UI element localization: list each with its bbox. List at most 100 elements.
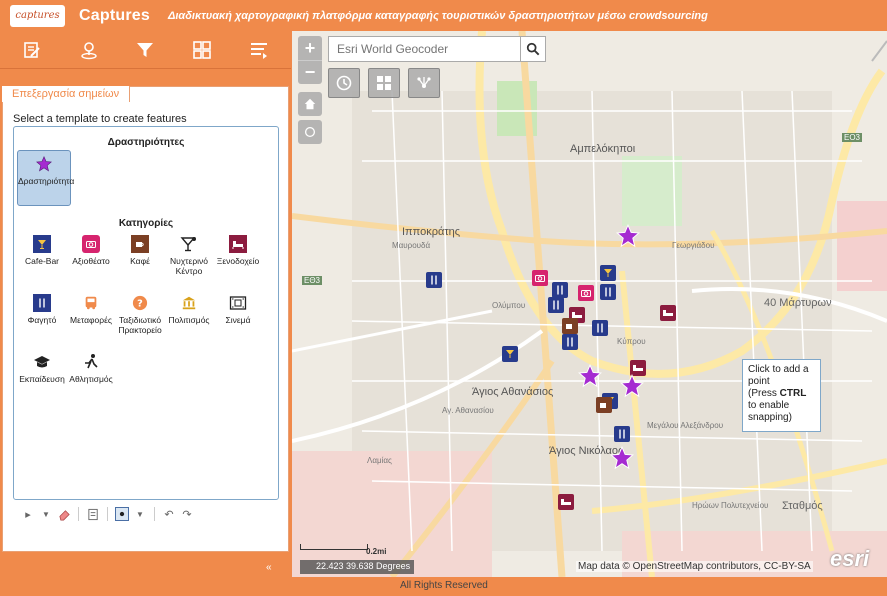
share-button[interactable] [408, 68, 440, 98]
poi-food[interactable] [614, 426, 630, 442]
basemap-gallery-button[interactable] [368, 68, 400, 98]
edit-icon[interactable] [17, 35, 47, 65]
select-template-text: Select a template to create features [13, 113, 187, 125]
map-view[interactable]: Αμπελόκηποι Ιπποκράτης Άγιος Αθανάσιος Ά… [292, 31, 887, 577]
activity-star-icon[interactable] [620, 374, 644, 398]
app-subtitle: Διαδικτυακή χαρτογραφική πλατφόρμα καταγ… [167, 9, 708, 22]
group-title-activities: Δραστηριότητες [107, 137, 185, 148]
poi-hotel[interactable] [558, 494, 574, 510]
footer-rights: All Rights Reserved [400, 580, 488, 591]
template-travel-agency[interactable]: ? Ταξιδιωτικό Πρακτορείο [113, 294, 167, 335]
divider [154, 507, 155, 521]
template-label: Φαγητό [27, 315, 57, 325]
location-icon[interactable] [74, 35, 104, 65]
home-icon [304, 98, 316, 110]
template-nightclub[interactable]: Νυχτερινό Κέντρο [162, 235, 216, 276]
poi-food[interactable] [562, 334, 578, 350]
poi-hotel[interactable] [660, 305, 676, 321]
street-label: Λαμίας [367, 456, 392, 465]
template-transport[interactable]: Μεταφορές [64, 294, 118, 325]
runner-icon [82, 353, 100, 371]
history-button[interactable] [328, 68, 360, 98]
zoom-out-button[interactable]: − [298, 60, 322, 84]
template-sports[interactable]: Αθλητισμός [64, 353, 118, 384]
chevron-down-icon[interactable]: ▼ [39, 507, 53, 521]
locate-button[interactable] [298, 120, 322, 144]
filter-icon[interactable] [130, 35, 160, 65]
grid-icon[interactable] [187, 35, 217, 65]
poi-food[interactable] [552, 282, 568, 298]
star-icon [35, 155, 53, 173]
place-label: 40 Μάρτυρων [764, 297, 832, 309]
coffee-icon [131, 235, 149, 253]
zoom-in-button[interactable]: + [298, 36, 322, 60]
poi-sight[interactable] [578, 285, 594, 301]
template-cafe-bar[interactable]: Cafe-Bar [15, 235, 69, 266]
select-arrow-icon[interactable]: ▸ [21, 507, 35, 521]
camera-icon [82, 235, 100, 253]
template-label: Ταξιδιωτικό Πρακτορείο [118, 315, 162, 335]
map-tooltip: Click to add a point (Press CTRL to enab… [742, 359, 821, 432]
template-label: Μεταφορές [70, 315, 112, 325]
poi-cafe[interactable] [562, 318, 578, 334]
search-button[interactable] [520, 36, 546, 62]
street-label: Ολύμπου [492, 301, 526, 310]
template-label: Εκπαίδευση [19, 374, 65, 384]
road-shield: ΕΟ3 [842, 133, 863, 142]
museum-icon [180, 294, 198, 312]
road-shield: ΕΘ3 [302, 276, 323, 285]
place-label: Άγιος Αθανάσιος [472, 386, 554, 398]
tooltip-key: CTRL [779, 388, 807, 399]
activity-star-icon[interactable] [610, 446, 634, 470]
search-input[interactable] [329, 37, 521, 61]
cinema-icon [229, 294, 247, 312]
place-label: Ιπποκράτης [402, 226, 461, 238]
redo-icon[interactable]: ↷ [180, 507, 194, 521]
divider [78, 507, 79, 521]
template-label: Ξενοδοχείο [216, 256, 260, 266]
locate-icon [304, 126, 316, 138]
template-cinema[interactable]: Σινεμά [211, 294, 265, 325]
template-label: Νυχτερινό Κέντρο [169, 256, 209, 276]
collapse-panel-icon[interactable]: « [266, 562, 272, 573]
poi-food[interactable] [548, 297, 564, 313]
poi-sight[interactable] [532, 270, 548, 286]
list-icon[interactable] [244, 35, 274, 65]
activity-star-icon[interactable] [578, 364, 602, 388]
template-education[interactable]: Εκπαίδευση [15, 353, 69, 384]
chevron-down-icon[interactable]: ▼ [133, 507, 147, 521]
poi-bar[interactable] [502, 346, 518, 362]
question-icon: ? [131, 294, 149, 312]
template-label: Καφέ [130, 256, 150, 266]
app-logo[interactable]: captures [10, 4, 65, 27]
template-label: Δραστηριότητα [18, 176, 75, 186]
home-button[interactable] [298, 92, 322, 116]
point-tool-icon[interactable] [115, 507, 129, 521]
tab-edit-points[interactable]: Επεξεργασία σημείων [2, 86, 131, 102]
template-label: Αξιοθέατο [72, 256, 110, 266]
tooltip-line2-prefix: (Press [748, 388, 780, 399]
poi-food[interactable] [592, 320, 608, 336]
app-header: captures Captures Διαδικτυακή χαρτογραφι… [0, 0, 887, 31]
template-activity[interactable]: Δραστηριότητα [17, 150, 75, 206]
poi-food[interactable] [426, 272, 442, 288]
template-coffee[interactable]: Καφέ [113, 235, 167, 266]
template-sight[interactable]: Αξιοθέατο [64, 235, 118, 266]
attributes-icon[interactable] [86, 507, 100, 521]
street-label: Ηρώων Πολυτεχνείου [692, 501, 769, 510]
activity-star-icon[interactable] [616, 224, 640, 248]
template-culture[interactable]: Πολιτισμός [162, 294, 216, 325]
scale-label: 0.2mi [366, 547, 387, 556]
street-label: Κύπρου [617, 337, 646, 346]
undo-icon[interactable]: ↶ [162, 507, 176, 521]
tooltip-line2-suffix: to enable snapping) [748, 400, 792, 423]
poi-food[interactable] [600, 284, 616, 300]
svg-text:?: ? [137, 299, 143, 310]
coordinates-readout: 22.423 39.638 Degrees [300, 560, 415, 574]
poi-cafe[interactable] [596, 397, 612, 413]
template-food[interactable]: Φαγητό [15, 294, 69, 325]
eraser-icon[interactable] [57, 507, 71, 521]
poi-bar[interactable] [600, 265, 616, 281]
tooltip-line1: Click to add a point [748, 364, 809, 387]
template-hotel[interactable]: Ξενοδοχείο [211, 235, 265, 266]
